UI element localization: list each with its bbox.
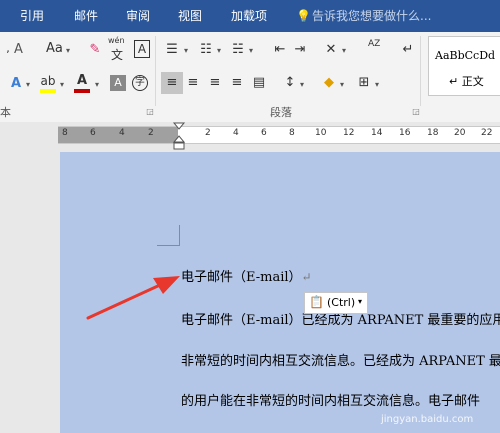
style-name: ↵ 正文 xyxy=(449,75,484,88)
ruler-number: 20 xyxy=(454,128,466,138)
line-spacing-icon[interactable]: ↕ xyxy=(282,75,298,91)
chevron-down-icon[interactable]: ▾ xyxy=(217,46,221,55)
increase-indent-icon[interactable]: ⇥ xyxy=(292,42,308,58)
dialog-launcher-icon[interactable]: ◲ xyxy=(408,104,424,120)
align-left-icon[interactable]: ≡ xyxy=(164,75,180,91)
font-group-label: 本 xyxy=(0,106,11,119)
ribbon-tab-bar: 引用 邮件 审阅 视图 加载项 💡告诉我您想要做什么... xyxy=(0,0,500,32)
align-center-icon[interactable]: ≡ xyxy=(185,75,201,91)
indent-marker-icon[interactable] xyxy=(172,122,186,150)
ruler-number: 16 xyxy=(399,128,411,138)
lightbulb-icon: 💡 xyxy=(296,9,311,23)
tab-mailings[interactable]: 邮件 xyxy=(74,0,98,32)
ruler-number: 18 xyxy=(427,128,439,138)
enclose-characters-icon[interactable]: 字 xyxy=(132,75,148,91)
chevron-down-icon[interactable]: ▾ xyxy=(60,80,64,89)
numbering-icon[interactable]: ☷ xyxy=(198,42,214,58)
paste-options-label: (Ctrl) xyxy=(327,296,356,309)
tab-references[interactable]: 引用 xyxy=(20,0,44,32)
phonetic-pinyin: wén xyxy=(108,36,125,45)
sort-icon[interactable]: AZ xyxy=(368,40,382,60)
character-border-icon[interactable]: A xyxy=(134,40,150,58)
red-arrow-annotation xyxy=(86,276,180,320)
paste-options-button[interactable]: 📋 (Ctrl) ▾ xyxy=(304,292,368,314)
tab-view[interactable]: 视图 xyxy=(178,0,202,32)
clear-formatting-icon[interactable]: ✎ xyxy=(87,42,103,58)
ruler-number: 22 xyxy=(481,128,493,138)
ruler-number: 2 xyxy=(205,128,211,138)
highlight-color-swatch xyxy=(40,89,56,93)
highlighter-icon[interactable]: ab xyxy=(40,73,56,89)
style-preview: AaBbCcDd xyxy=(435,49,496,62)
ribbon-divider xyxy=(155,36,156,106)
ruler-number: 2 xyxy=(148,128,154,138)
chinese-layout-icon[interactable]: ✕ xyxy=(323,42,339,58)
chevron-down-icon[interactable]: ▾ xyxy=(26,80,30,89)
ribbon-divider xyxy=(420,36,421,106)
change-case-button[interactable]: Aa xyxy=(46,41,63,61)
chevron-down-icon[interactable]: ▾ xyxy=(340,80,344,89)
ruler-margin xyxy=(58,127,178,143)
document-heading[interactable]: 电子邮件（E-mail）↵ xyxy=(181,266,312,285)
chevron-down-icon[interactable]: ▾ xyxy=(375,80,379,89)
font-color-icon[interactable]: A xyxy=(74,73,90,89)
bullets-icon[interactable]: ☰ xyxy=(164,42,180,58)
document-line[interactable]: 的用户能在非常短的时间内相互交流信息。电子邮件 xyxy=(181,390,480,409)
tell-me-search[interactable]: 💡告诉我您想要做什么... xyxy=(296,0,431,32)
tab-addins[interactable]: 加载项 xyxy=(231,0,267,32)
paragraph-mark-icon: ↵ xyxy=(301,270,312,284)
ribbon-home: , A Aa ▾ ✎ wén 文 A A ▾ ab ▾ A ▾ A 字 ☰ ▾ … xyxy=(0,32,500,123)
chevron-down-icon[interactable]: ▾ xyxy=(184,46,188,55)
multilevel-list-icon[interactable]: ☵ xyxy=(230,42,246,58)
ruler-number: 4 xyxy=(233,128,239,138)
ruler-number: 14 xyxy=(371,128,383,138)
chevron-down-icon[interactable]: ▾ xyxy=(66,46,70,55)
horizontal-ruler[interactable]: 8 6 4 2 2 4 6 8 10 12 14 16 18 20 22 xyxy=(0,122,500,150)
chevron-down-icon[interactable]: ▾ xyxy=(249,46,253,55)
increase-font-icon[interactable]: A xyxy=(14,42,23,62)
paragraph-group-label: 段落 xyxy=(270,106,292,119)
ruler-number: 8 xyxy=(62,128,68,138)
watermark-text: jingyan.baidu.com xyxy=(381,414,474,425)
chevron-down-icon: ▾ xyxy=(358,297,363,306)
justify-icon[interactable]: ≡ xyxy=(229,75,245,91)
chevron-down-icon[interactable]: ▾ xyxy=(300,80,304,89)
borders-icon[interactable]: ⊞ xyxy=(356,75,372,91)
font-color-swatch xyxy=(74,89,90,93)
character-shading-icon[interactable]: A xyxy=(110,75,126,91)
document-line[interactable]: 非常短的时间内相互交流信息。已经成为 ARPANET 最 xyxy=(181,350,500,369)
ruler-number: 6 xyxy=(90,128,96,138)
ruler-number: 10 xyxy=(315,128,327,138)
tab-review[interactable]: 审阅 xyxy=(126,0,150,32)
phonetic-char: 文 xyxy=(111,48,124,62)
align-right-icon[interactable]: ≡ xyxy=(207,75,223,91)
show-marks-icon[interactable]: ↵ xyxy=(400,42,416,58)
text-effects-icon[interactable]: A xyxy=(8,76,24,92)
decrease-indent-icon[interactable]: ⇤ xyxy=(272,42,288,58)
heading-text: 电子邮件（E-mail） xyxy=(181,270,302,285)
tell-me-placeholder: 告诉我您想要做什么... xyxy=(312,9,432,23)
ruler-number: 6 xyxy=(261,128,267,138)
ruler-number: 4 xyxy=(119,128,125,138)
chevron-down-icon[interactable]: ▾ xyxy=(95,80,99,89)
ruler-number: 12 xyxy=(343,128,355,138)
dialog-launcher-icon[interactable]: ◲ xyxy=(142,104,158,120)
chevron-down-icon[interactable]: ▾ xyxy=(342,46,346,55)
ruler-number: 8 xyxy=(289,128,295,138)
style-gallery-normal[interactable]: AaBbCcDd ↵ 正文 xyxy=(428,36,500,96)
clipboard-icon: 📋 xyxy=(309,295,324,309)
shading-icon[interactable]: ◆ xyxy=(321,75,337,91)
distributed-icon[interactable]: ▤ xyxy=(251,75,267,91)
margin-corner-mark xyxy=(157,225,180,246)
